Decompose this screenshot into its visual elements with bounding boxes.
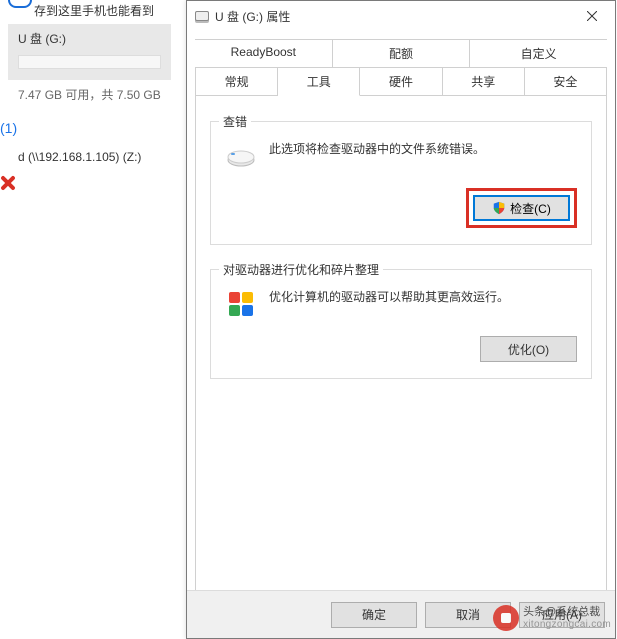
tab-row-bottom: 常规 工具 硬件 共享 安全 [196,67,606,96]
dialog-button-bar: 确定 取消 应用(A) [187,590,615,638]
cancel-button[interactable]: 取消 [425,602,511,628]
sync-icon [8,0,32,8]
close-icon [587,11,597,21]
tab-quota[interactable]: 配额 [333,40,471,68]
optimize-button-label: 优化(O) [508,341,549,358]
drive-check-icon [225,140,257,172]
close-button[interactable] [569,1,615,31]
section-number: (1) [0,120,17,136]
drive-card-usb[interactable]: U 盘 (G:) [8,24,171,80]
optimize-icon [225,288,257,320]
tab-readyboost[interactable]: ReadyBoost [195,40,333,68]
explorer-left-panel: 存到这里手机也能看到 U 盘 (G:) 7.47 GB 可用，共 7.50 GB… [0,0,185,639]
group-opt-legend: 对驱动器进行优化和碎片整理 [219,261,383,278]
dialog-titlebar[interactable]: U 盘 (G:) 属性 [187,1,615,31]
drive-usage-bar [18,55,161,69]
network-drive-label[interactable]: d (\\192.168.1.105) (Z:) [18,150,141,164]
check-button-highlight: 检查(C) [466,188,577,228]
tab-hardware[interactable]: 硬件 [360,68,442,96]
drive-icon [195,11,209,21]
check-button[interactable]: 检查(C) [473,195,570,221]
group-error-checking: 查错 此选项将检查驱动器中的文件系统错误。 [210,121,592,245]
tab-general[interactable]: 常规 [196,68,278,96]
tab-body: 常规 工具 硬件 共享 安全 查错 此选项将检查驱动器中的文件系统错误。 [195,68,607,612]
tab-tools[interactable]: 工具 [278,68,360,96]
phone-sync-text: 存到这里手机也能看到 [34,2,154,19]
group-opt-desc: 优化计算机的驱动器可以帮助其更高效运行。 [269,288,577,307]
group-check-legend: 查错 [219,113,251,130]
tab-row-top: ReadyBoost 配额 自定义 [195,39,607,68]
group-check-desc: 此选项将检查驱动器中的文件系统错误。 [269,140,577,159]
tab-security[interactable]: 安全 [525,68,606,96]
uac-shield-icon [492,201,506,215]
ok-button[interactable]: 确定 [331,602,417,628]
drive-card-title: U 盘 (G:) [18,30,161,47]
dialog-title: U 盘 (G:) 属性 [215,8,290,25]
properties-dialog: U 盘 (G:) 属性 ReadyBoost 配额 自定义 常规 工具 硬件 共… [186,0,616,639]
apply-button[interactable]: 应用(A) [519,602,605,628]
tab-customize[interactable]: 自定义 [470,40,607,68]
disconnected-icon [0,176,14,190]
tab-sharing[interactable]: 共享 [443,68,525,96]
optimize-button[interactable]: 优化(O) [480,336,577,362]
group-optimize: 对驱动器进行优化和碎片整理 优化计算机的驱动器可以帮助其更高效运行。 [210,269,592,379]
check-button-label: 检查(C) [510,200,551,217]
drive-usage-text: 7.47 GB 可用，共 7.50 GB [18,86,161,103]
